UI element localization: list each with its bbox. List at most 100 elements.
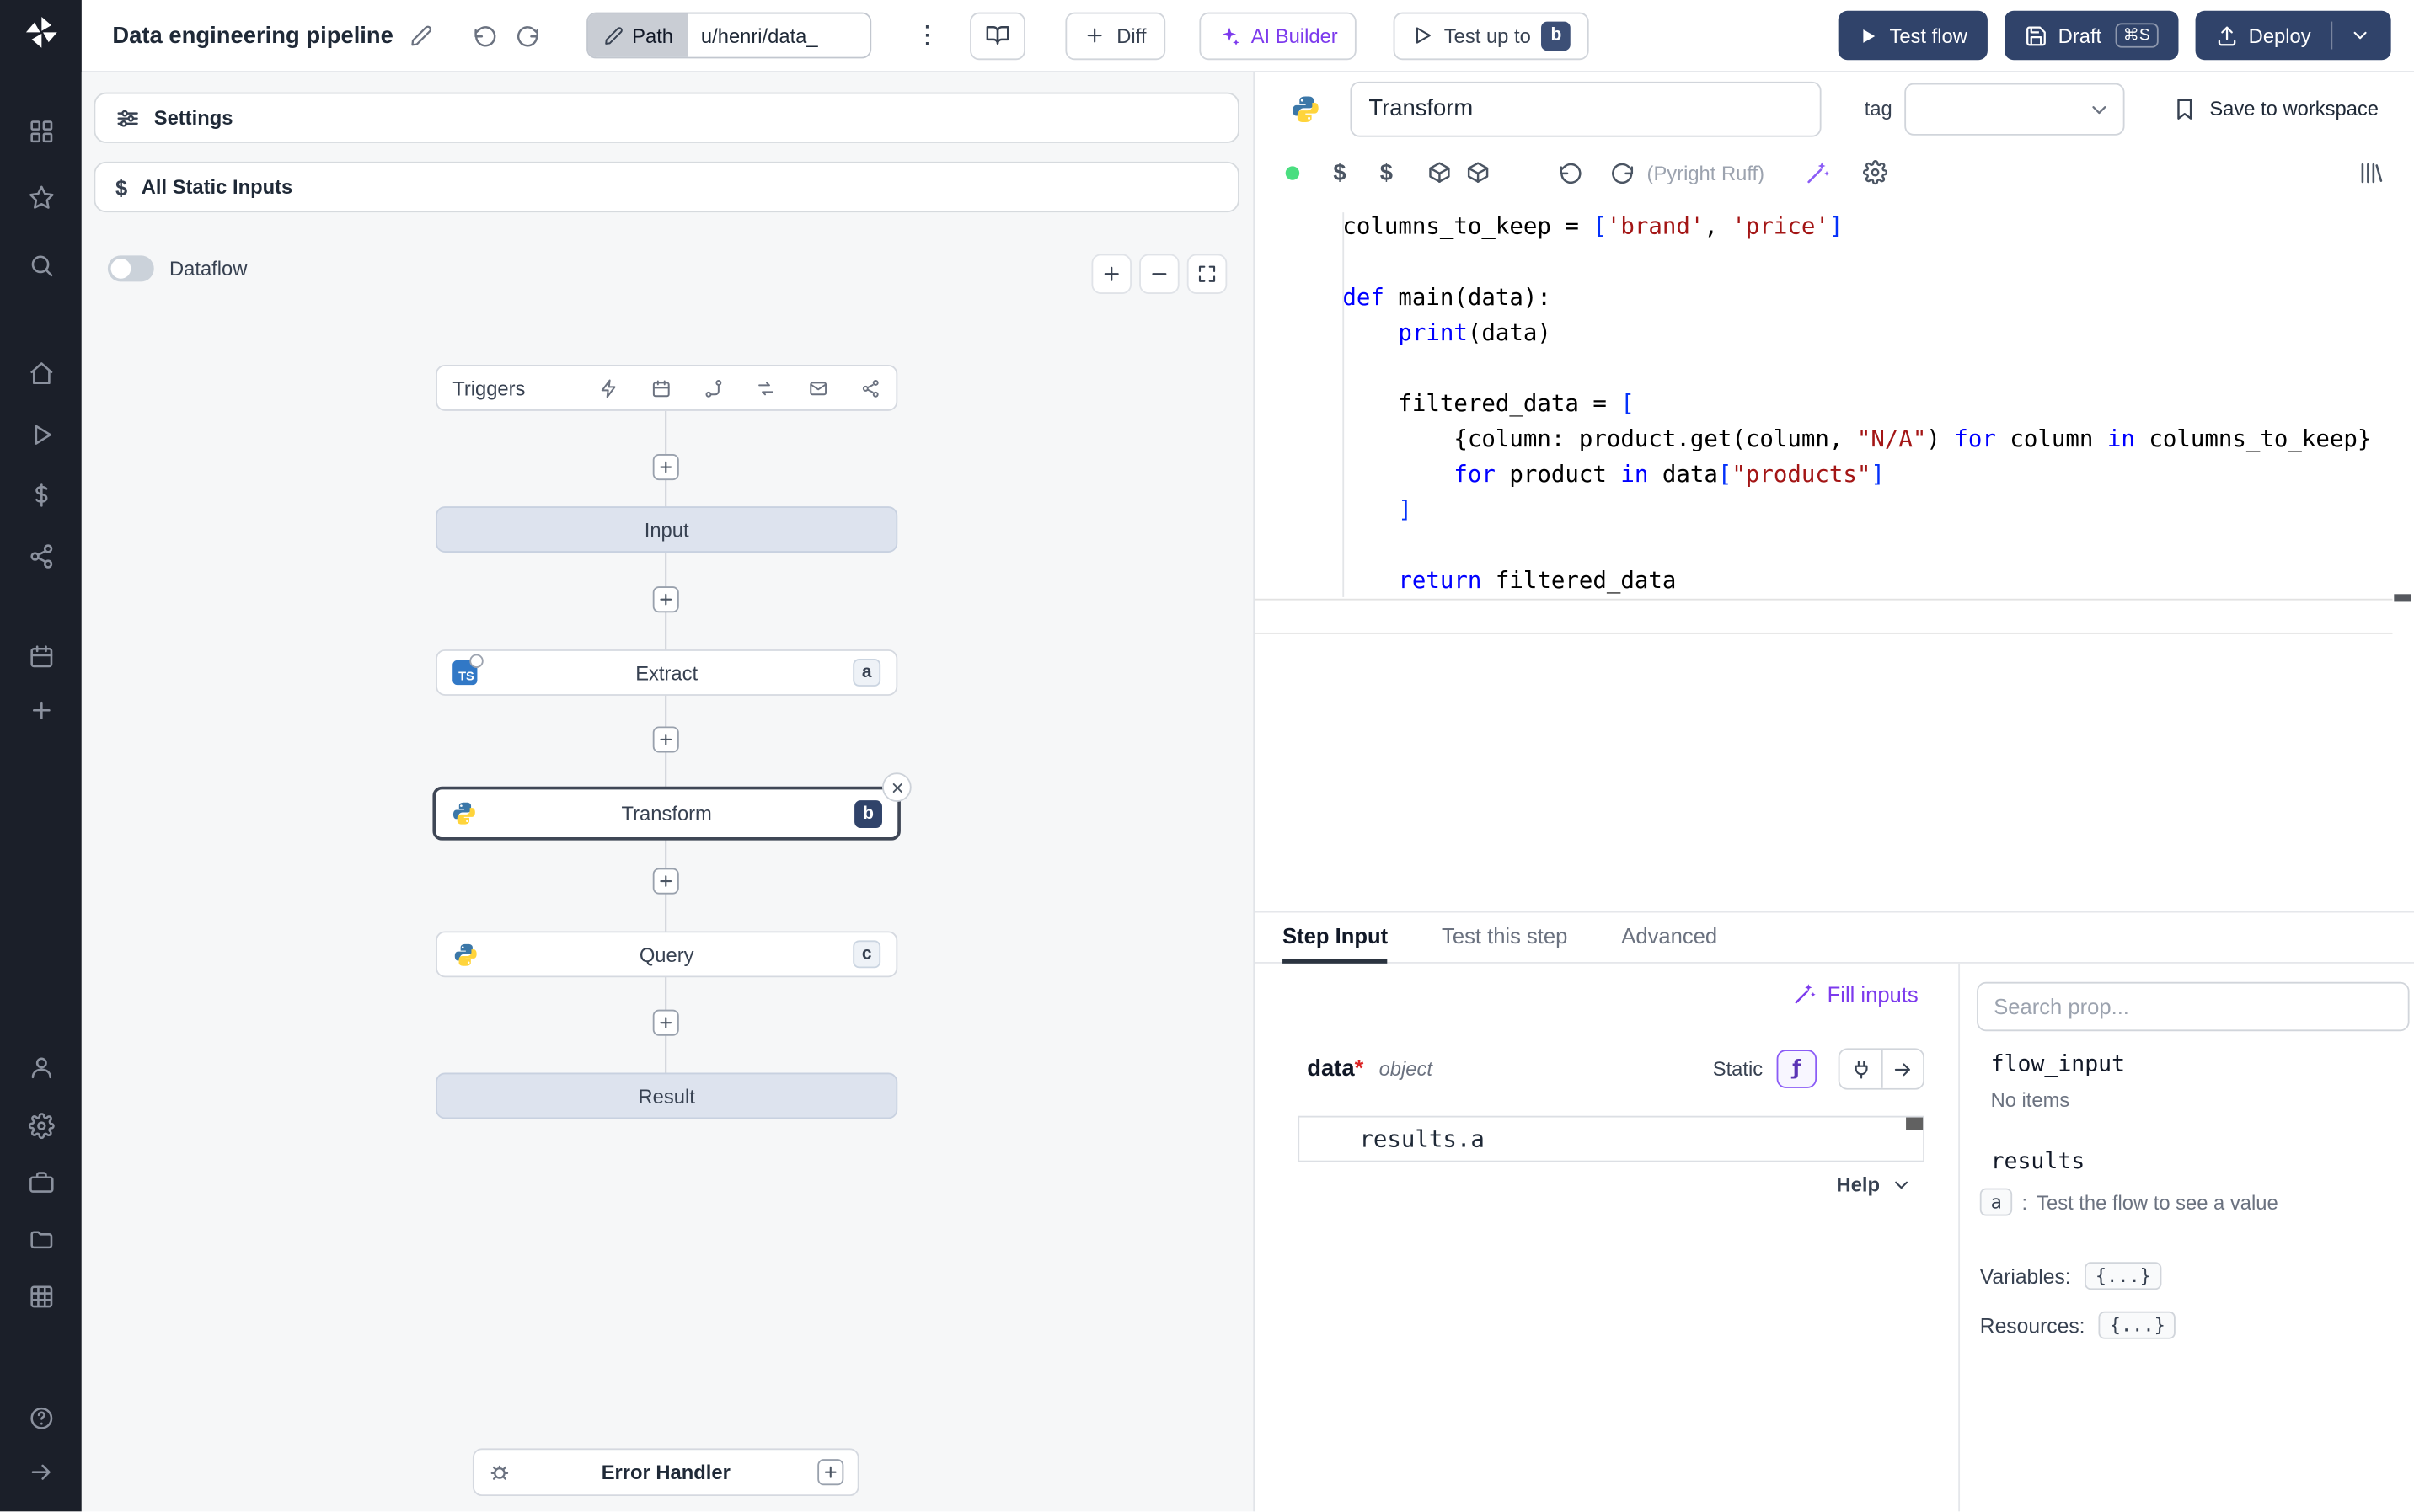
user-icon[interactable] <box>28 1055 54 1081</box>
trigger-icons <box>599 378 880 398</box>
extract-step-label: Extract <box>635 660 699 685</box>
triggers-node[interactable]: Triggers <box>436 365 898 411</box>
apps-grid-icon[interactable] <box>28 119 54 145</box>
resources-pill[interactable]: {...} <box>2098 1311 2176 1339</box>
more-menu-icon[interactable]: ⋮ <box>915 20 939 51</box>
toolbar-right-actions: Test flow Draft ⌘S Deploy <box>1839 10 2391 61</box>
prop-search-input[interactable] <box>1977 981 2410 1032</box>
groups-grid-icon[interactable] <box>28 1284 54 1310</box>
reload-cw-icon[interactable] <box>1610 160 1635 184</box>
arrow-right-button[interactable] <box>1881 1050 1924 1088</box>
ai-wand-icon[interactable] <box>1805 159 1831 185</box>
resources-share-icon[interactable] <box>28 543 54 569</box>
undo-icon[interactable] <box>472 23 496 47</box>
plug-icon-button[interactable] <box>1839 1050 1881 1088</box>
add-step-button[interactable] <box>652 868 679 895</box>
assets-panel-icon[interactable] <box>2357 159 2383 185</box>
code-editor[interactable]: columns_to_keep = ['brand', 'price'] def… <box>1255 200 2414 911</box>
reload-ccw-icon[interactable] <box>1558 160 1582 184</box>
draft-label: Draft <box>2058 24 2102 47</box>
error-handler-node[interactable]: Error Handler <box>472 1448 859 1497</box>
expression-input[interactable]: results.a <box>1298 1115 1924 1162</box>
save-to-workspace-button[interactable]: Save to workspace <box>2172 96 2379 120</box>
deploy-chevron-down-icon[interactable] <box>2349 24 2371 46</box>
dataflow-switch[interactable] <box>107 255 154 282</box>
add-step-button[interactable] <box>652 1009 679 1036</box>
box-icon[interactable] <box>1426 160 1451 184</box>
websocket-icon[interactable] <box>756 378 776 398</box>
windmill-logo-icon[interactable] <box>24 15 57 49</box>
deploy-button[interactable]: Deploy <box>2194 10 2391 61</box>
result-hint: Test the flow to see a value <box>2037 1190 2278 1214</box>
add-step-button[interactable] <box>652 726 679 753</box>
prop-flow-input[interactable]: flow_input <box>1991 1053 2410 1077</box>
step-input-pane: Fill inputs data * object Static ƒ resul… <box>1255 964 1958 1511</box>
result-node[interactable]: Result <box>436 1072 898 1119</box>
edit-title-pencil-icon[interactable] <box>409 24 431 46</box>
schedule-calendar-icon[interactable] <box>651 378 672 398</box>
book-open-icon <box>987 26 1009 45</box>
schedules-calendar-icon[interactable] <box>28 644 54 670</box>
transform-step-node-selected[interactable]: Transform b <box>432 772 912 841</box>
add-error-handler-button[interactable] <box>817 1459 844 1486</box>
error-handler-label: Error Handler <box>601 1461 731 1484</box>
expression-mode-toggle-button[interactable]: ƒ <box>1776 1050 1817 1088</box>
http-route-icon[interactable] <box>704 378 724 398</box>
props-pane: flow_input No items results a : Test the… <box>1958 963 2414 1512</box>
static-mode-label[interactable]: Static <box>1713 1057 1763 1080</box>
home-icon[interactable] <box>28 361 54 387</box>
draft-button[interactable]: Draft ⌘S <box>2004 10 2178 61</box>
variables-pill[interactable]: {...} <box>2085 1262 2162 1290</box>
path-button[interactable]: Path <box>587 13 689 57</box>
zoom-in-button[interactable] <box>1091 254 1132 294</box>
test-flow-button[interactable]: Test flow <box>1839 10 1988 61</box>
add-step-button[interactable] <box>652 586 679 613</box>
search-icon[interactable] <box>28 253 54 279</box>
create-plus-icon[interactable] <box>28 697 54 724</box>
zoom-out-button[interactable] <box>1139 254 1180 294</box>
tab-step-input[interactable]: Step Input <box>1282 913 1389 964</box>
dataflow-toggle[interactable]: Dataflow <box>107 255 247 282</box>
kafka-icon[interactable] <box>860 378 880 398</box>
runs-play-icon[interactable] <box>28 422 54 448</box>
canvas-zoom-controls <box>1091 254 1228 294</box>
editor-settings-gear-icon[interactable] <box>1863 160 1888 185</box>
help-label: Help <box>1836 1173 1881 1196</box>
cache-dollar-icon[interactable]: $ <box>1333 159 1346 185</box>
box-icon[interactable] <box>1465 160 1490 184</box>
docs-button[interactable] <box>970 11 1026 60</box>
workers-briefcase-icon[interactable] <box>28 1170 54 1196</box>
tab-advanced[interactable]: Advanced <box>1621 913 1717 964</box>
settings-gear-icon[interactable] <box>27 1113 54 1140</box>
input-node[interactable]: Input <box>436 506 898 553</box>
tab-test-this-step[interactable]: Test this step <box>1442 913 1567 964</box>
help-icon[interactable] <box>28 1405 54 1431</box>
redo-icon[interactable] <box>515 23 539 47</box>
extract-step-node[interactable]: TS Extract a <box>436 649 898 696</box>
path-input[interactable] <box>688 13 870 57</box>
input-node-label: Input <box>644 517 689 542</box>
query-step-node[interactable]: Query c <box>436 931 898 978</box>
folders-icon[interactable] <box>28 1226 54 1253</box>
favorites-star-icon[interactable] <box>28 184 54 211</box>
step-tabs: Step Input Test this step Advanced <box>1255 913 2414 964</box>
delete-step-button[interactable] <box>881 772 912 802</box>
prop-results[interactable]: results <box>1991 1150 2410 1174</box>
step-name-input[interactable] <box>1350 80 1822 136</box>
result-key-badge[interactable]: a <box>1979 1188 2013 1216</box>
ai-builder-button[interactable]: AI Builder <box>1198 11 1357 60</box>
tag-select[interactable] <box>1904 82 2125 135</box>
concurrency-dollar-icon[interactable]: $ <box>1380 159 1393 185</box>
fit-view-button[interactable] <box>1186 254 1228 294</box>
all-static-inputs-button[interactable]: $ All Static Inputs <box>94 161 1239 213</box>
help-dropdown[interactable]: Help <box>1836 1173 1913 1196</box>
collapse-arrow-icon[interactable] <box>28 1459 54 1485</box>
flow-settings-button[interactable]: Settings <box>94 92 1239 143</box>
webhook-icon[interactable] <box>599 378 619 398</box>
test-up-to-button[interactable]: Test up to b <box>1393 11 1590 60</box>
add-step-button[interactable] <box>652 454 679 481</box>
variables-dollar-icon[interactable] <box>28 482 54 508</box>
diff-button[interactable]: Diff <box>1065 11 1165 60</box>
fill-inputs-button[interactable]: Fill inputs <box>1792 982 1919 1007</box>
email-icon[interactable] <box>808 378 828 398</box>
